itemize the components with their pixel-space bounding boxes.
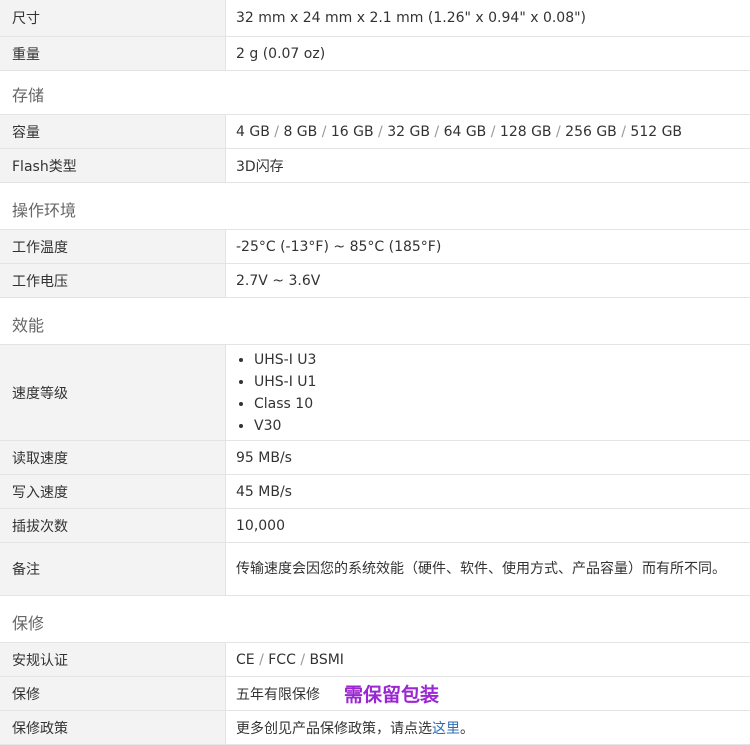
spec-value: 五年有限保修 需保留包装	[226, 677, 750, 710]
policy-text: 更多创见产品保修政策，请点选	[236, 720, 432, 737]
spec-label: 读取速度	[0, 441, 226, 474]
policy-suffix: 。	[460, 720, 474, 737]
spec-label: 保修政策	[0, 711, 226, 744]
capacity-list: 4 GB / 8 GB / 16 GB / 32 GB / 64 GB / 12…	[236, 123, 683, 140]
section-title-storage: 存储	[0, 71, 750, 115]
spec-value: UHS-I U3 UHS-I U1 Class 10 V30	[226, 345, 750, 440]
spec-value: 10,000	[236, 517, 285, 534]
spec-label: 插拔次数	[0, 509, 226, 542]
packaging-note: 需保留包装	[344, 684, 440, 706]
spec-label: 重量	[0, 37, 226, 70]
capacity-option: 32 GB	[387, 123, 430, 140]
spec-label: 保修	[0, 677, 226, 710]
capacity-option: 8 GB	[283, 123, 318, 140]
policy-link[interactable]: 这里	[432, 718, 460, 738]
spec-label: 尺寸	[0, 0, 226, 36]
spec-table: 尺寸 32 mm x 24 mm x 2.1 mm (1.26" x 0.94"…	[0, 0, 750, 745]
spec-label: 工作温度	[0, 230, 226, 263]
cert-list: CE / FCC / BSMI	[236, 651, 344, 668]
list-item: Class 10	[254, 393, 316, 415]
spec-row-write-speed: 写入速度 45 MB/s	[0, 475, 750, 509]
spec-label: Flash类型	[0, 149, 226, 182]
capacity-option: 128 GB	[499, 123, 552, 140]
section-title-performance: 效能	[0, 298, 750, 345]
spec-label: 容量	[0, 115, 226, 148]
capacity-option: 256 GB	[565, 123, 617, 140]
spec-row-weight: 重量 2 g (0.07 oz)	[0, 37, 750, 71]
warranty-term: 五年有限保修	[236, 686, 320, 703]
capacity-option: 64 GB	[443, 123, 487, 140]
section-title-environment: 操作环境	[0, 183, 750, 230]
speed-class-list: UHS-I U3 UHS-I U1 Class 10 V30	[236, 349, 316, 437]
spec-row-flash: Flash类型 3D闪存	[0, 149, 750, 183]
spec-row-capacity: 容量 4 GB / 8 GB / 16 GB / 32 GB / 64 GB /…	[0, 115, 750, 149]
spec-row-warranty-policy: 保修政策 更多创见产品保修政策，请点选 这里。	[0, 711, 750, 745]
spec-label: 安规认证	[0, 643, 226, 676]
spec-value: 传输速度会因您的系统效能（硬件、软件、使用方式、产品容量）而有所不同。	[236, 561, 726, 577]
spec-row-temperature: 工作温度 -25°C (-13°F) ~ 85°C (185°F)	[0, 230, 750, 264]
spec-value: 32 mm x 24 mm x 2.1 mm (1.26" x 0.94" x …	[236, 10, 587, 26]
spec-value: 更多创见产品保修政策，请点选 这里。	[226, 711, 750, 744]
capacity-option: 4 GB	[236, 123, 270, 140]
spec-label: 写入速度	[0, 475, 226, 508]
capacity-option: 512 GB	[630, 123, 683, 140]
section-title-warranty: 保修	[0, 596, 750, 643]
spec-value: 3D闪存	[236, 158, 284, 175]
spec-row-remark: 备注 传输速度会因您的系统效能（硬件、软件、使用方式、产品容量）而有所不同。	[0, 543, 750, 596]
spec-value: 45 MB/s	[236, 483, 292, 500]
spec-row-warranty: 保修 五年有限保修 需保留包装	[0, 677, 750, 711]
spec-row-certification: 安规认证 CE / FCC / BSMI	[0, 643, 750, 677]
spec-label: 速度等级	[0, 345, 226, 440]
cert-item: CE	[236, 651, 255, 668]
spec-row-read-speed: 读取速度 95 MB/s	[0, 441, 750, 475]
cert-item: BSMI	[309, 651, 344, 668]
spec-label: 工作电压	[0, 264, 226, 297]
capacity-option: 16 GB	[330, 123, 374, 140]
cert-item: FCC	[268, 651, 296, 668]
spec-label: 备注	[0, 543, 226, 595]
spec-row-speed-class: 速度等级 UHS-I U3 UHS-I U1 Class 10 V30	[0, 345, 750, 441]
spec-value: 2.7V ~ 3.6V	[236, 272, 321, 289]
spec-value: 2 g (0.07 oz)	[236, 45, 326, 62]
spec-row-voltage: 工作电压 2.7V ~ 3.6V	[0, 264, 750, 298]
spec-value: 95 MB/s	[236, 449, 292, 466]
spec-row-size: 尺寸 32 mm x 24 mm x 2.1 mm (1.26" x 0.94"…	[0, 0, 750, 37]
list-item: V30	[254, 415, 316, 437]
list-item: UHS-I U1	[254, 371, 316, 393]
spec-row-cycles: 插拔次数 10,000	[0, 509, 750, 543]
spec-value: -25°C (-13°F) ~ 85°C (185°F)	[236, 238, 442, 255]
list-item: UHS-I U3	[254, 349, 316, 371]
